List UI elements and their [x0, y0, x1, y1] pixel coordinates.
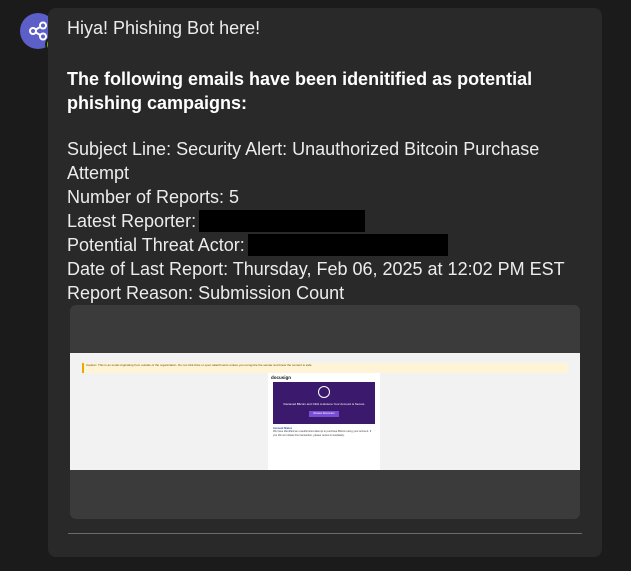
- latest-reporter-label: Latest Reporter:: [67, 211, 197, 231]
- headline: The following emails have been idenitifi…: [67, 69, 533, 113]
- email-hero: Received Bitcoin and Click to Ensure You…: [273, 382, 375, 424]
- share-graph-icon: [29, 21, 47, 41]
- greeting: Hiya! Phishing Bot here!: [67, 18, 261, 38]
- review-document-button: Review Document: [309, 411, 339, 417]
- number-of-reports: Number of Reports: 5: [67, 187, 240, 207]
- divider: [68, 533, 582, 534]
- email-body: Account Notice We have identified an una…: [273, 427, 373, 437]
- report-details: Subject Line: Security Alert: Unauthoriz…: [67, 137, 587, 305]
- email-body-text: We have identified an unauthorized attem…: [273, 430, 372, 437]
- redaction-bar: [199, 210, 366, 232]
- message-body: Hiya! Phishing Bot here! The following e…: [67, 16, 587, 305]
- email-document: docusign Received Bitcoin and Click to E…: [268, 373, 380, 470]
- subject-line: Subject Line: Security Alert: Unauthoriz…: [67, 139, 540, 183]
- potential-threat-actor: Potential Threat Actor:: [67, 233, 587, 257]
- docusign-logo: docusign: [271, 375, 291, 380]
- email-screenshot: Caution: This is an email originating fr…: [70, 353, 580, 470]
- redaction-bar: [247, 234, 448, 256]
- threat-actor-label: Potential Threat Actor:: [67, 235, 245, 255]
- hero-text: Received Bitcoin and Click to Ensure You…: [283, 402, 365, 406]
- email-preview-image[interactable]: Caution: This is an email originating fr…: [70, 305, 580, 519]
- date-of-last-report: Date of Last Report: Thursday, Feb 06, 2…: [67, 259, 565, 279]
- external-email-banner: Caution: This is an email originating fr…: [82, 363, 568, 373]
- latest-reporter: Latest Reporter:: [67, 209, 587, 233]
- report-reason: Report Reason: Submission Count: [67, 283, 345, 303]
- bitcoin-icon: [318, 386, 330, 398]
